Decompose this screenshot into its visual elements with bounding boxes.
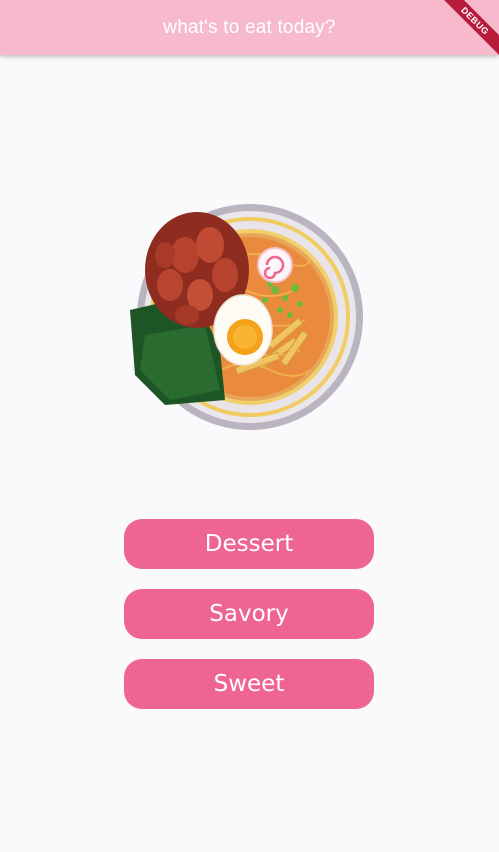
savory-button[interactable]: Savory — [124, 589, 374, 639]
debug-banner: DEBUG — [435, 0, 499, 64]
ramen-bowl-image — [130, 204, 363, 430]
debug-label: DEBUG — [435, 0, 499, 62]
dessert-button[interactable]: Dessert — [124, 519, 374, 569]
app-bar: what's to eat today? — [0, 0, 499, 55]
sweet-button[interactable]: Sweet — [124, 659, 374, 709]
app-title: what's to eat today? — [163, 16, 336, 38]
